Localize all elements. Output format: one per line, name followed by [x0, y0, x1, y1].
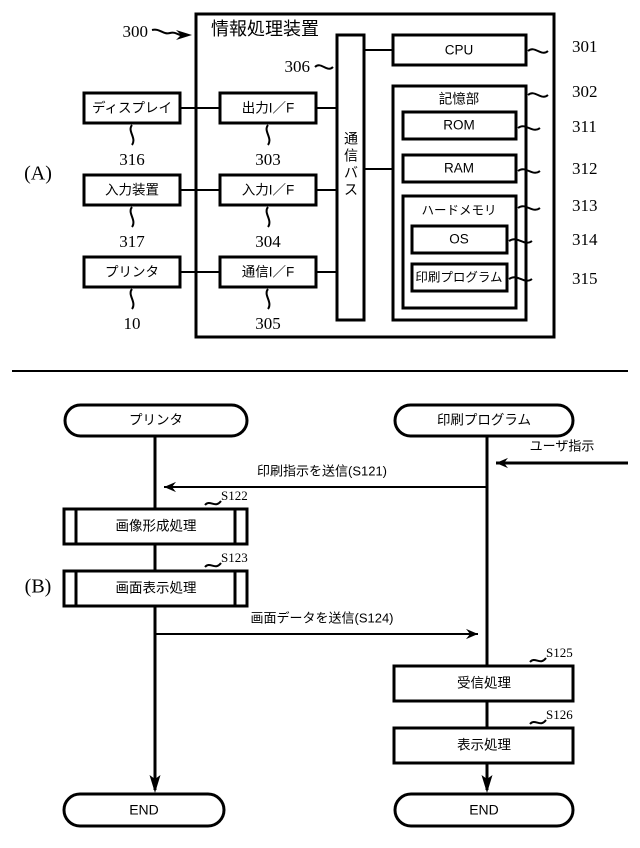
figure-canvas: (A) 300 情報処理装置 通 信 バ ス 306 ディスプレイ 316 入力… — [12, 12, 628, 828]
printer-ref-leader — [129, 288, 135, 310]
os-ref-314: 314 — [572, 230, 598, 249]
user-instruction-label: ユーザ指示 — [530, 438, 595, 453]
cpu-ref-301: 301 — [572, 37, 598, 56]
hard-memory-label: ハードメモリ — [421, 203, 496, 217]
output-interface-label: 出力I／F — [242, 101, 295, 116]
program-end-label: END — [469, 802, 499, 818]
rom-ref-311: 311 — [572, 117, 597, 136]
cpu-label: CPU — [445, 43, 474, 58]
panel-b-tag: (B) — [25, 576, 52, 598]
printer-end-label: END — [129, 802, 159, 818]
print-program-label: 印刷プログラム — [415, 270, 502, 284]
program-step-s125-ref: S125 — [546, 645, 573, 660]
program-step-s126-ref: S126 — [546, 707, 573, 722]
printer-step-s122-label: 画像形成処理 — [116, 519, 197, 534]
communication-interface-label: 通信I／F — [242, 265, 295, 280]
program-step-s126-label: 表示処理 — [457, 738, 511, 753]
message-s124-label: 画面データを送信(S124) — [250, 610, 393, 625]
rom-label: ROM — [443, 118, 475, 133]
printer-lane-label: プリンタ — [129, 413, 183, 428]
bus-label-char-1: 信 — [344, 148, 358, 164]
panel-a-tag: (A) — [24, 163, 52, 185]
message-s121-label: 印刷指示を送信(S121) — [257, 463, 387, 478]
display-label: ディスプレイ — [92, 100, 172, 116]
printer-step-s123-ref: S123 — [221, 550, 248, 565]
bus-ref-306: 306 — [285, 57, 311, 76]
device-title: 情報処理装置 — [211, 19, 319, 39]
printer-label: プリンタ — [105, 265, 159, 280]
input-device-label: 入力装置 — [105, 183, 159, 198]
printer-step-s122-leader — [204, 500, 222, 506]
communication-interface-ref-305: 305 — [255, 314, 281, 333]
printer-step-s123-leader — [204, 562, 222, 568]
printer-step-s123-label: 画面表示処理 — [116, 581, 197, 596]
system-ref-300: 300 — [123, 22, 149, 41]
bus-label-char-3: ス — [344, 182, 358, 198]
program-step-s125-leader — [529, 657, 547, 663]
program-step-s125-label: 受信処理 — [457, 676, 511, 691]
storage-label: 記憶部 — [439, 91, 480, 107]
display-ref-leader — [129, 124, 135, 146]
program-step-s126-leader — [529, 719, 547, 725]
ram-label: RAM — [444, 161, 474, 176]
print-program-ref-315: 315 — [572, 269, 598, 288]
input-device-ref-317: 317 — [119, 232, 145, 251]
ram-ref-312: 312 — [572, 159, 598, 178]
input-interface-ref-304: 304 — [255, 232, 281, 251]
os-label: OS — [449, 232, 469, 247]
patent-figure: (A) 300 情報処理装置 通 信 バ ス 306 ディスプレイ 316 入力… — [0, 0, 640, 848]
output-interface-ref-303: 303 — [255, 150, 281, 169]
input-device-ref-leader — [129, 206, 135, 228]
display-ref-316: 316 — [119, 150, 145, 169]
input-interface-label: 入力I／F — [242, 183, 295, 198]
printer-step-s122-ref: S122 — [221, 488, 248, 503]
program-lane-label: 印刷プログラム — [437, 413, 531, 428]
bus-label-char-2: バ — [344, 165, 358, 181]
printer-ref-10: 10 — [124, 314, 141, 333]
storage-ref-302: 302 — [572, 82, 598, 101]
hard-memory-ref-313: 313 — [572, 196, 598, 215]
bus-label-char-0: 通 — [344, 131, 358, 147]
